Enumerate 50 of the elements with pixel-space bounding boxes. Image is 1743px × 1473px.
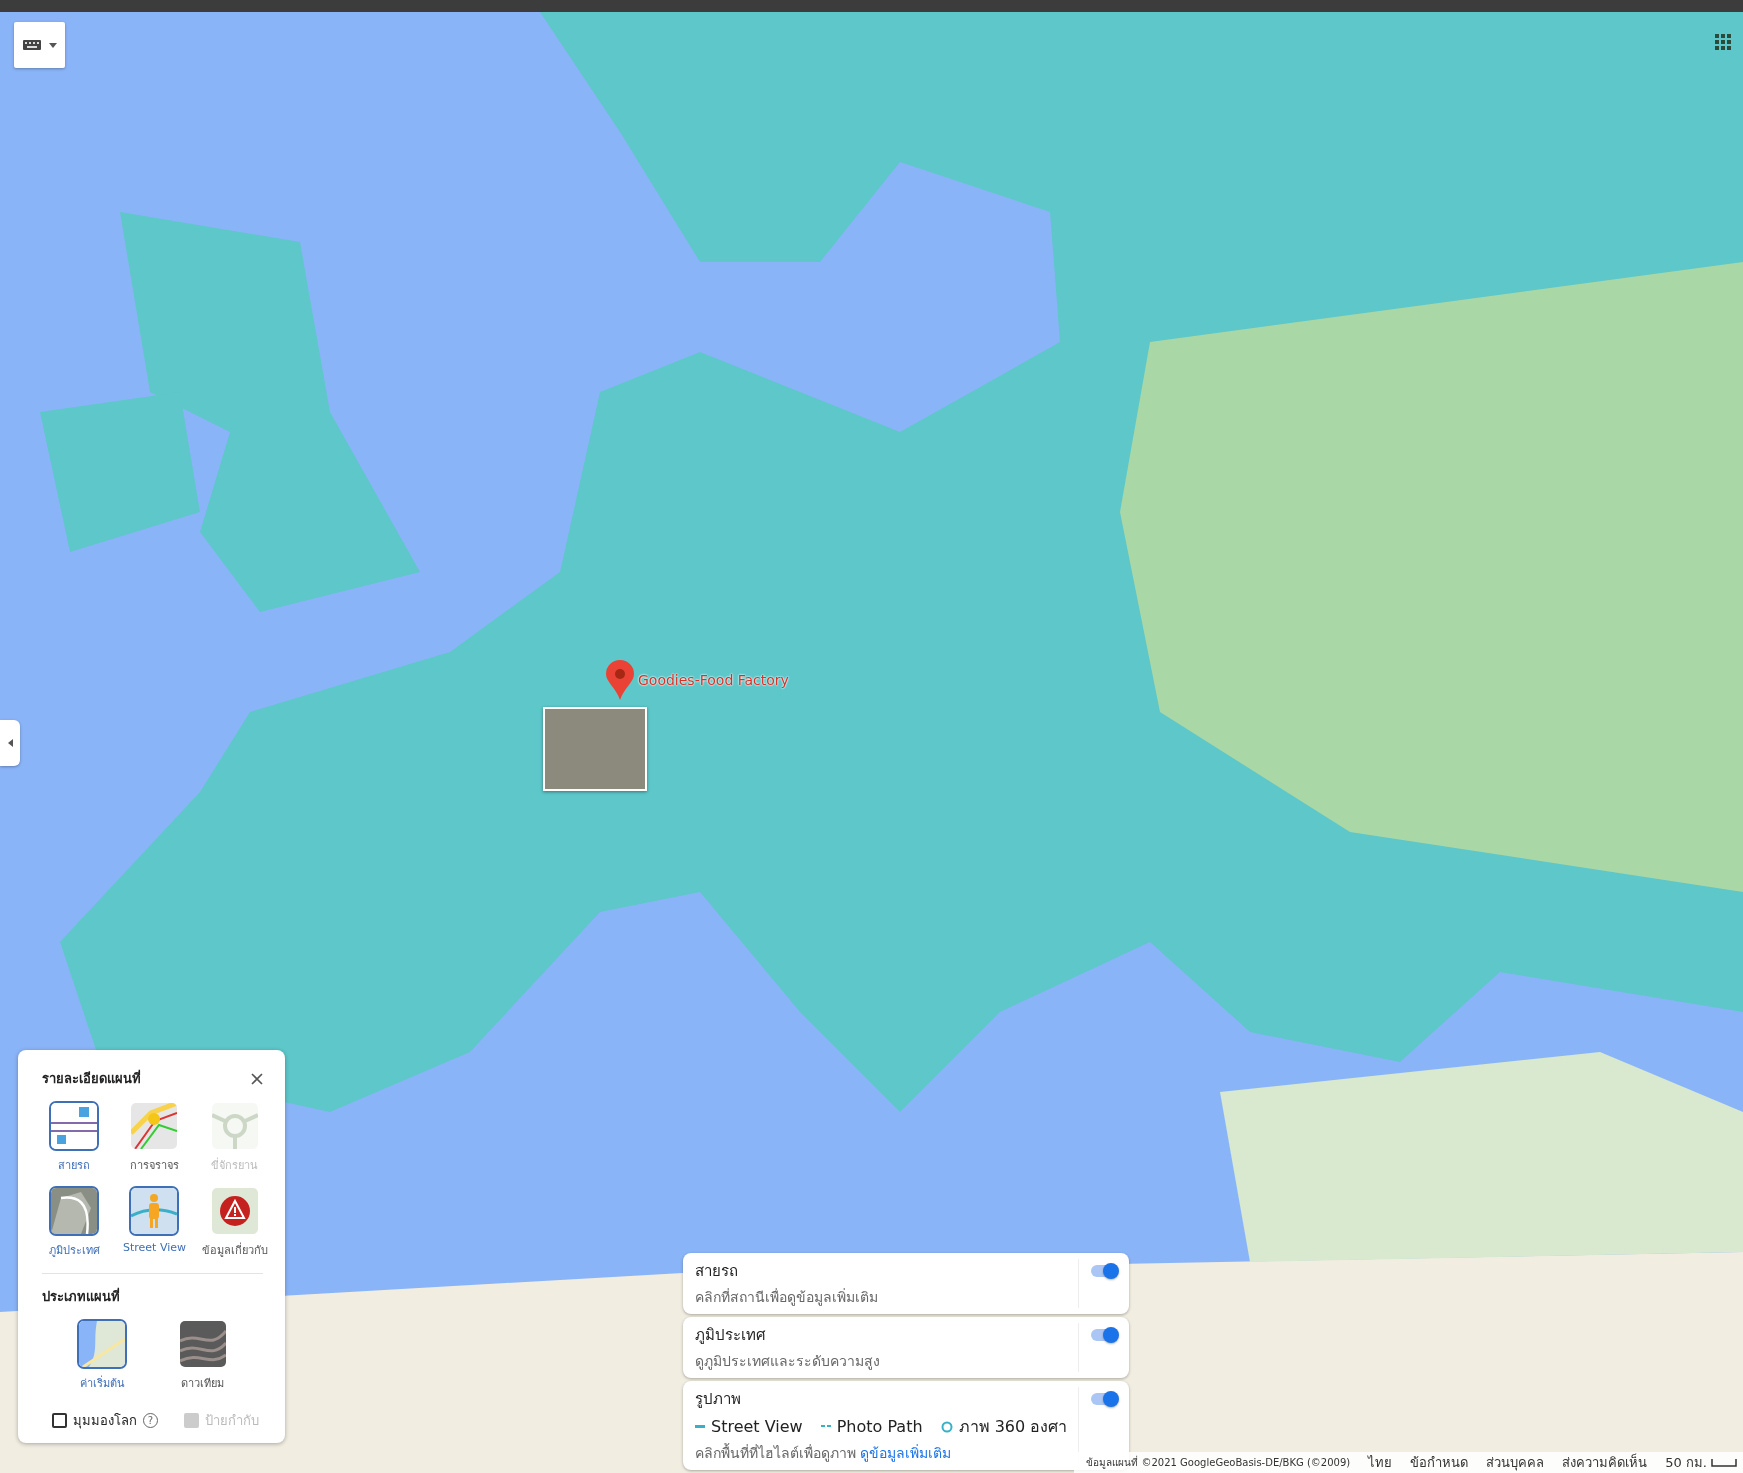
map-detail-option[interactable]: สายรถ xyxy=(34,1101,115,1174)
close-icon[interactable] xyxy=(251,1072,263,1085)
dashed-line-legend-icon xyxy=(820,1424,831,1429)
apps-grid-icon[interactable] xyxy=(1715,34,1731,50)
layer-title: ภูมิประเทศ xyxy=(695,1325,767,1346)
layer-description: ดูภูมิประเทศและระดับความสูง xyxy=(695,1352,881,1372)
layer-title: สายรถ xyxy=(695,1261,739,1282)
map-thumbnail-icon xyxy=(77,1319,128,1369)
attribution-text: ข้อมูลแผนที่ ©2021 GoogleGeoBasis-DE/BKG (©2009) xyxy=(1086,1455,1351,1470)
line-legend-icon xyxy=(695,1424,705,1429)
input-tools-button[interactable] xyxy=(14,22,65,68)
caret-icon xyxy=(7,739,13,747)
map-detail-option[interactable]: ข้อมูลเกี่ยวกับ xyxy=(194,1186,275,1259)
legend-label: Street View xyxy=(711,1417,803,1436)
map-thumbnail-icon xyxy=(49,1101,100,1151)
photo-placeholder[interactable] xyxy=(543,707,647,791)
legend-label: ภาพ 360 องศา xyxy=(958,1416,1068,1438)
section-title: ประเภทแผนที่ xyxy=(42,1286,121,1306)
layer-description: คลิกพื้นที่ที่ไฮไลต์เพื่อดูภาพ ดูข้อมูลเพิ่มเติม xyxy=(695,1442,953,1464)
map-thumbnail-icon xyxy=(177,1319,228,1369)
layer-toggle[interactable] xyxy=(1091,1329,1117,1341)
map-thumbnail-icon xyxy=(129,1101,180,1151)
footer-link[interactable]: ไทย xyxy=(1368,1452,1393,1473)
globe-view-checkbox[interactable]: มุมมองโลก xyxy=(52,1410,137,1431)
map-detail-option[interactable]: การจราจร xyxy=(114,1101,195,1174)
map-pin-icon[interactable] xyxy=(606,660,634,700)
panel-title: รายละเอียดแผนที่ xyxy=(42,1068,141,1088)
scale-bar-icon xyxy=(1711,1458,1737,1467)
map-thumbnail-icon xyxy=(209,1101,260,1151)
footer-link[interactable]: ส่งความคิดเห็น xyxy=(1562,1452,1648,1473)
map-detail-option[interactable]: Street View xyxy=(114,1186,195,1259)
layer-description: คลิกที่สถานีเพื่อดูข้อมูลเพิ่มเติม xyxy=(695,1287,879,1308)
collapse-panel-button[interactable] xyxy=(0,720,20,766)
layer-toggle[interactable] xyxy=(1091,1393,1117,1405)
footer-link[interactable]: ข้อกำหนด xyxy=(1410,1452,1469,1473)
warning-icon xyxy=(209,1186,260,1236)
scale-label[interactable]: 50 กม. xyxy=(1665,1452,1707,1473)
pegman-icon xyxy=(129,1186,180,1236)
legend-label: Photo Path xyxy=(836,1417,923,1436)
map-type-option[interactable]: ดาวเทียม xyxy=(152,1319,253,1392)
map-detail-option[interactable]: ภูมิประเทศ xyxy=(34,1186,115,1259)
keyboard-icon xyxy=(22,40,41,50)
learn-more-link[interactable]: ดูข้อมูลเพิ่มเติม xyxy=(860,1445,952,1461)
circle-legend-icon xyxy=(940,1420,953,1433)
caret-icon xyxy=(48,42,57,48)
layer-title: รูปภาพ xyxy=(695,1389,742,1410)
map-thumbnail-icon xyxy=(49,1186,100,1236)
footer-link[interactable]: ส่วนบุคคล xyxy=(1486,1452,1545,1473)
layer-toggle[interactable] xyxy=(1091,1265,1117,1277)
map-type-option[interactable]: ค่าเริ่มต้น xyxy=(52,1319,153,1392)
